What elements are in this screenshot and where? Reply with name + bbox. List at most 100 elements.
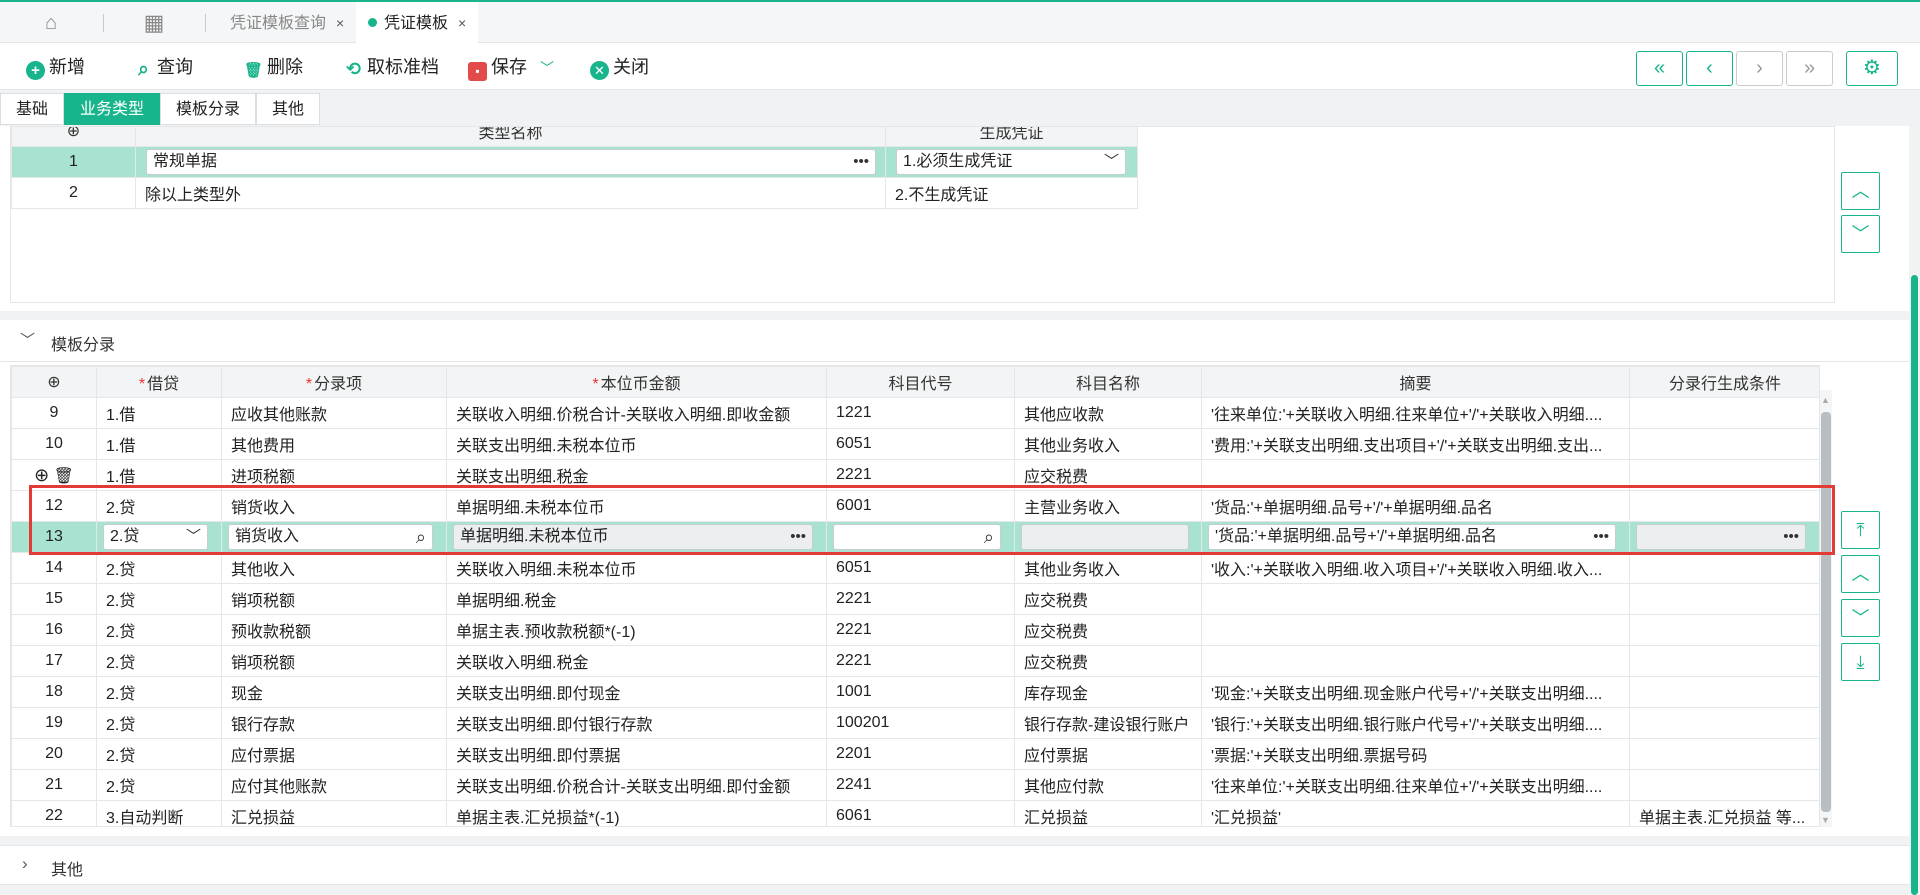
debit-credit-cell[interactable]: 1.借 [96,397,222,429]
tab-other[interactable]: 其他 [256,93,321,125]
search-icon[interactable]: ⌕ [416,525,426,549]
table-row[interactable]: 21 2.贷 应付其他账款 关联支出明细.价税合计-关联支出明细.即付金额 2241 其他… [11,769,1819,801]
summary-cell[interactable]: '收入:'+关联收入明细.收入项目+'/'+关联收入明细.收入... [1201,552,1630,584]
debit-credit-cell[interactable]: 1.借 [96,428,222,460]
table-row[interactable]: 13 2.贷 ﹀ 销货收入 ⌕ 单据明细.未税本位币 ••• ⌕ '货品:'+单据明细.品号+'… [11,521,1819,553]
summary-cell[interactable] [1201,583,1630,615]
summary-input[interactable]: '货品:'+单据明细.品号+'/'+单据明细.品名 ••• [1208,524,1616,550]
generate-voucher-cell[interactable]: 1.必须生成凭证 ﹀ [885,146,1138,178]
subject-name-cell[interactable]: 应交税费 [1014,459,1202,491]
condition-cell[interactable] [1629,490,1819,522]
other-section-header[interactable]: › 其他 [0,845,1920,885]
condition-cell[interactable] [1629,583,1819,615]
subject-code-cell[interactable]: ⌕ [826,521,1015,553]
subject-name-cell[interactable]: 汇兑损益 [1014,800,1202,826]
row-actions-cell[interactable]: ⊕ 🗑 [11,459,97,491]
table-row[interactable]: 22 3.自动判断 汇兑损益 单据主表.汇兑损益*(-1) 6061 汇兑损益 '汇兑损益'… [11,800,1819,826]
subject-name-cell[interactable] [1014,521,1202,553]
debit-credit-cell[interactable]: 2.贷 [96,738,222,770]
entry-item-cell[interactable]: 预收款税额 [221,614,447,646]
delete-button[interactable]: 🗑 删除 [244,56,303,79]
tab-template-entries[interactable]: 模板分录 [160,93,257,125]
add-button[interactable]: + 新增 [26,56,85,80]
amount-cell[interactable]: 关联支出明细.未税本位币 [446,428,827,460]
condition-cell[interactable] [1629,428,1819,460]
first-record-button[interactable]: « [1636,51,1683,86]
settings-button[interactable]: ⚙ [1846,51,1898,86]
page-scrollbar[interactable] [1909,90,1920,895]
subject-name-cell[interactable]: 应交税费 [1014,583,1202,615]
subject-name-cell[interactable]: 其他业务收入 [1014,552,1202,584]
table-row[interactable]: 1 常规单据 ••• 1.必须生成凭证 ﹀ [11,146,1138,178]
subject-code-cell[interactable]: 6051 [826,428,1015,460]
entry-item-cell[interactable]: 销项税额 [221,583,447,615]
more-icon[interactable]: ••• [790,525,806,549]
amount-cell[interactable]: 单据明细.税金 [446,583,827,615]
move-row-bottom-button[interactable]: ⤓ [1841,643,1880,681]
summary-cell[interactable] [1201,459,1630,491]
tab-voucher-template-query[interactable]: 凭证模板查询 × [218,2,356,44]
last-record-button[interactable]: » [1786,51,1833,86]
table-row[interactable]: 12 2.贷 销货收入 单据明细.未税本位币 6001 主营业务收入 '货品:'+单据明细.… [11,490,1819,522]
condition-cell[interactable] [1629,738,1819,770]
table-row[interactable]: 18 2.贷 现金 关联支出明细.即付现金 1001 库存现金 '现金:'+关联支出明细.现… [11,676,1819,708]
subject-code-cell[interactable]: 2221 [826,459,1015,491]
entry-item-cell[interactable]: 现金 [221,676,447,708]
add-row-header[interactable]: ⊕ [11,127,136,147]
amount-cell[interactable]: 关联支出明细.即付票据 [446,738,827,770]
subject-name-cell[interactable]: 库存现金 [1014,676,1202,708]
entry-item-cell[interactable]: 其他收入 [221,552,447,584]
move-row-top-button[interactable]: ⤒ [1841,511,1880,549]
subject-name-cell[interactable]: 其他业务收入 [1014,428,1202,460]
summary-cell[interactable] [1201,645,1630,677]
subject-name-cell[interactable]: 其他应付款 [1014,769,1202,801]
entry-item-cell[interactable]: 应付其他账款 [221,769,447,801]
subject-name-input[interactable] [1021,524,1189,550]
amount-input[interactable]: 单据明细.未税本位币 ••• [453,524,813,550]
summary-cell[interactable]: '票据:'+关联支出明细.票据号码 [1201,738,1630,770]
unstandard-button[interactable]: ⟲ 取标准档 [344,56,439,79]
next-record-button[interactable]: › [1736,51,1783,86]
debit-credit-cell[interactable]: 2.贷 [96,645,222,677]
subject-code-cell[interactable]: 2201 [826,738,1015,770]
entry-item-cell[interactable]: 应付票据 [221,738,447,770]
tab-voucher-template[interactable]: 凭证模板 × [356,2,479,44]
chevron-down-icon[interactable]: ﹀ [20,329,35,350]
subject-code-cell[interactable]: 2221 [826,583,1015,615]
subject-name-cell[interactable]: 应交税费 [1014,614,1202,646]
debit-credit-cell[interactable]: 3.自动判断 [96,800,222,826]
type-name-input[interactable]: 常规单据 ••• [146,149,876,175]
generate-voucher-cell[interactable]: 2.不生成凭证 [885,177,1138,209]
condition-cell[interactable] [1629,707,1819,739]
generate-voucher-select[interactable]: 1.必须生成凭证 ﹀ [896,149,1126,175]
chevron-down-icon[interactable]: ﹀ [186,525,201,549]
table-row[interactable]: 16 2.贷 预收款税额 单据主表.预收款税额*(-1) 2221 应交税费 [11,614,1819,646]
chevron-down-icon[interactable]: ﹀ [540,60,554,76]
entry-item-cell[interactable]: 应收其他账款 [221,397,447,429]
condition-cell[interactable] [1629,459,1819,491]
grid-icon[interactable]: ▦ [143,12,165,34]
condition-cell[interactable] [1629,769,1819,801]
chevron-down-icon[interactable]: ﹀ [1104,150,1119,174]
move-row-up-button[interactable]: ︿ [1841,555,1880,593]
summary-cell[interactable] [1201,614,1630,646]
move-row-down-button[interactable]: ﹀ [1841,599,1880,637]
subject-code-input[interactable]: ⌕ [833,524,1001,550]
vertical-scrollbar[interactable]: ▲ ▼ [1820,390,1832,827]
amount-cell[interactable]: 关联支出明细.即付银行存款 [446,707,827,739]
scroll-up-arrow-icon[interactable]: ▲ [1821,396,1831,405]
subject-code-cell[interactable]: 2221 [826,645,1015,677]
debit-credit-cell[interactable]: 2.贷 [96,552,222,584]
condition-input[interactable]: ••• [1636,524,1806,550]
condition-cell[interactable] [1629,397,1819,429]
subject-name-cell[interactable]: 主营业务收入 [1014,490,1202,522]
subject-code-cell[interactable]: 2221 [826,614,1015,646]
scrollbar-thumb[interactable] [1821,412,1831,812]
amount-cell[interactable]: 单据明细.未税本位币 ••• [446,521,827,553]
debit-credit-cell[interactable]: 2.贷 ﹀ [96,521,222,553]
close-button[interactable]: ✕ 关闭 [590,56,649,80]
page-scrollbar-thumb[interactable] [1911,275,1918,895]
entry-item-input[interactable]: 销货收入 ⌕ [228,524,433,550]
home-icon[interactable]: ⌂ [40,12,62,34]
condition-cell[interactable] [1629,614,1819,646]
